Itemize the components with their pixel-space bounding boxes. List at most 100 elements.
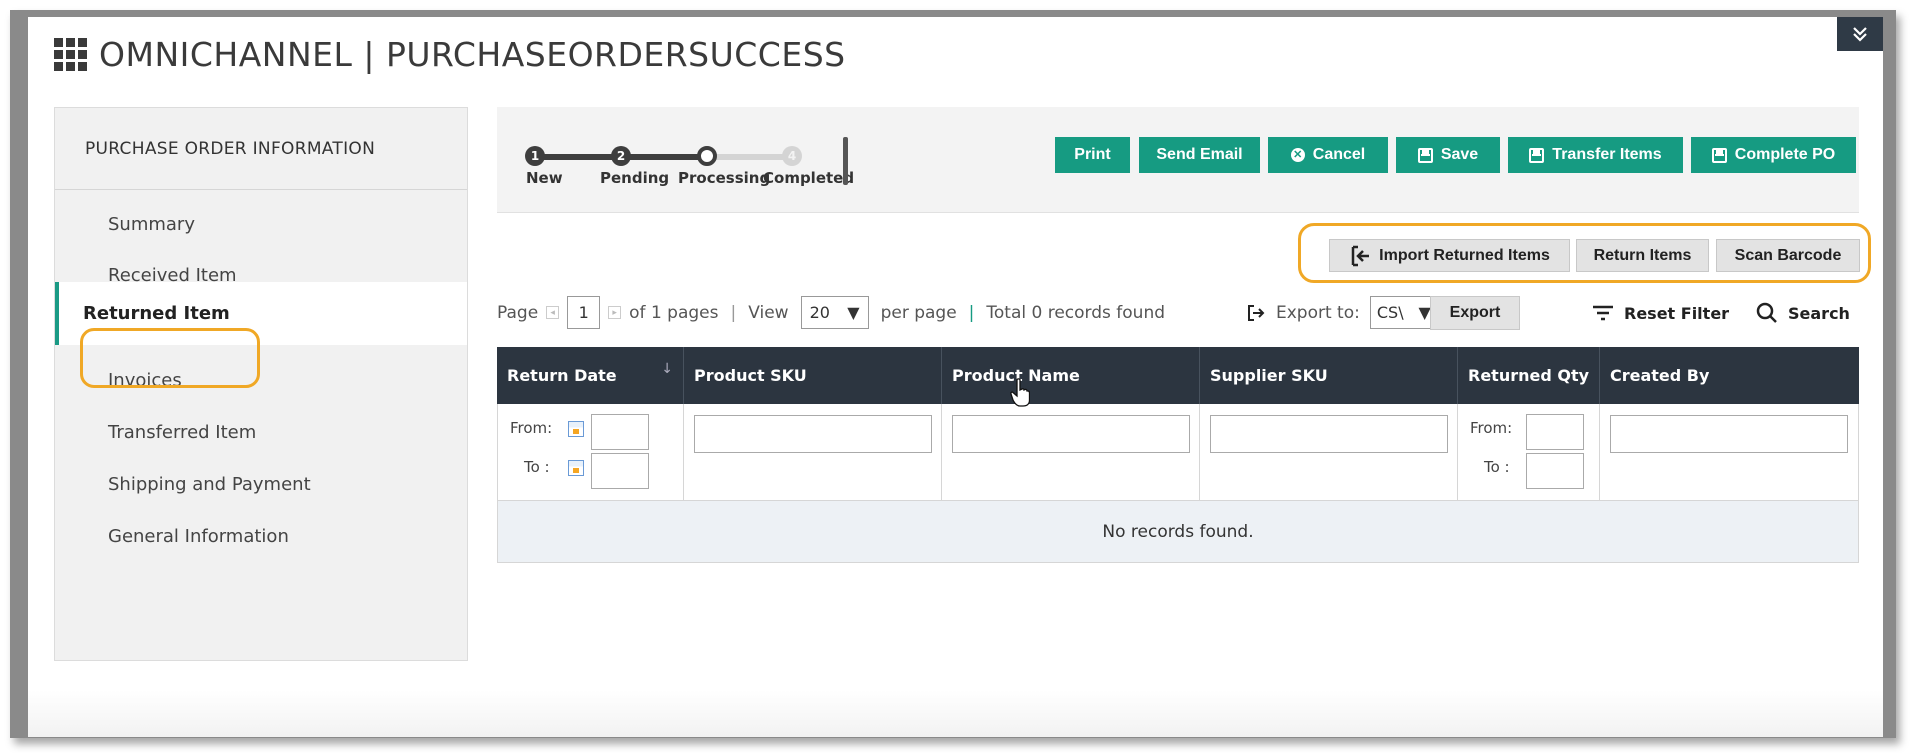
- calendar-icon[interactable]: [568, 421, 584, 437]
- sort-arrow-icon[interactable]: ↓: [661, 361, 673, 377]
- created-by-filter-input[interactable]: [1610, 415, 1848, 453]
- column-header-supplier-sku[interactable]: Supplier SKU: [1200, 347, 1458, 404]
- per-page-select[interactable]: 20 ▼: [800, 296, 869, 329]
- column-header-product-sku[interactable]: Product SKU: [684, 347, 942, 404]
- export-button[interactable]: Export: [1430, 296, 1520, 330]
- filter-cell-supplier-sku: [1200, 404, 1458, 500]
- product-name-filter-input[interactable]: [952, 415, 1190, 453]
- search-label: Search: [1788, 303, 1850, 323]
- cancel-icon: ✕: [1290, 148, 1305, 162]
- page-label: Page: [497, 302, 539, 323]
- return-date-to-input[interactable]: [591, 453, 649, 489]
- step-label-new: New: [526, 169, 563, 187]
- filter-from-label: From:: [510, 419, 553, 437]
- filter-cell-product-sku: [684, 404, 942, 500]
- column-header-created-by[interactable]: Created By: [1600, 347, 1859, 404]
- export-button-label: Export: [1449, 304, 1501, 321]
- step-label-pending: Pending: [600, 169, 670, 187]
- sidebar-item-label: Invoices: [108, 370, 182, 391]
- cancel-button[interactable]: ✕ Cancel: [1268, 137, 1388, 173]
- step-label-completed: Completed: [763, 169, 855, 187]
- separator: |: [730, 302, 737, 323]
- progress-end-marker: [843, 137, 848, 185]
- import-returned-items-label: Import Returned Items: [1379, 246, 1550, 264]
- returned-items-table: Return Date ↓ Product SKU Product Name S…: [497, 347, 1859, 563]
- supplier-sku-filter-input[interactable]: [1210, 415, 1448, 453]
- prev-page-icon[interactable]: ◂: [546, 306, 560, 319]
- send-email-button[interactable]: Send Email: [1139, 137, 1260, 173]
- separator: |: [968, 302, 975, 323]
- sidebar-header: PURCHASE ORDER INFORMATION: [55, 108, 467, 190]
- table-header: Return Date ↓ Product SKU Product Name S…: [497, 347, 1859, 404]
- column-header-return-date[interactable]: Return Date ↓: [497, 347, 684, 404]
- filter-from-label: From:: [1470, 419, 1513, 437]
- per-page-value: 20: [809, 303, 830, 322]
- returned-qty-to-input[interactable]: [1526, 453, 1584, 489]
- page-title-bar: OMNICHANNEL | PURCHASEORDERSUCCESS: [54, 34, 846, 74]
- save-button[interactable]: Save: [1396, 137, 1500, 173]
- filter-cell-return-date: From: To :: [498, 404, 684, 500]
- save-button-label: Save: [1440, 146, 1479, 163]
- page-title: OMNICHANNEL | PURCHASEORDERSUCCESS: [99, 34, 846, 74]
- hand-cursor-icon: [1010, 378, 1030, 407]
- import-returned-items-button[interactable]: Import Returned Items: [1329, 239, 1570, 272]
- scan-barcode-label: Scan Barcode: [1734, 246, 1842, 264]
- sidebar-item-label: General Information: [108, 526, 289, 547]
- transfer-items-button[interactable]: Transfer Items: [1508, 137, 1683, 173]
- export-label: Export to:: [1276, 302, 1360, 323]
- per-page-label: per page: [880, 302, 957, 323]
- empty-table-message: No records found.: [497, 500, 1859, 563]
- send-email-button-label: Send Email: [1156, 146, 1243, 163]
- step-dot-processing: [697, 146, 717, 166]
- sidebar-item-label: Shipping and Payment: [108, 474, 311, 495]
- returned-qty-from-input[interactable]: [1526, 414, 1584, 450]
- step-label-processing: Processing: [678, 169, 771, 187]
- sidebar-item-label: Summary: [108, 214, 195, 235]
- app-grid-icon[interactable]: [54, 37, 87, 71]
- search-button[interactable]: Search: [1756, 299, 1850, 327]
- filter-cell-product-name: [942, 404, 1200, 500]
- return-items-label: Return Items: [1593, 246, 1692, 264]
- sidebar-item-label: Transferred Item: [108, 422, 257, 443]
- reset-filter-label: Reset Filter: [1624, 303, 1730, 323]
- export-format-select[interactable]: CS\ ▼: [1369, 296, 1438, 329]
- sidebar: PURCHASE ORDER INFORMATION Summary Recei…: [54, 107, 468, 661]
- filter-row: From: To : From: To :: [497, 404, 1859, 500]
- calendar-icon[interactable]: [568, 460, 584, 476]
- print-button[interactable]: Print: [1055, 137, 1130, 173]
- column-header-returned-qty[interactable]: Returned Qty: [1458, 347, 1600, 404]
- view-label: View: [748, 302, 789, 323]
- filter-cell-created-by: [1600, 404, 1858, 500]
- column-header-label: Return Date: [507, 366, 617, 385]
- sidebar-item-general-information[interactable]: General Information: [55, 505, 467, 568]
- of-pages-text: of 1 pages: [629, 302, 719, 323]
- complete-po-button[interactable]: Complete PO: [1691, 137, 1856, 173]
- status-progress: 1 2 4 New Pending Processing Completed: [525, 137, 854, 197]
- product-sku-filter-input[interactable]: [694, 415, 932, 453]
- transfer-items-button-label: Transfer Items: [1552, 146, 1662, 163]
- filter-to-label: To :: [524, 458, 550, 476]
- column-header-label: Product SKU: [694, 366, 807, 385]
- complete-po-button-label: Complete PO: [1734, 146, 1836, 163]
- sidebar-item-returned-item[interactable]: Returned Item: [55, 282, 467, 345]
- return-date-from-input[interactable]: [591, 414, 649, 450]
- filter-icon: [1593, 305, 1613, 321]
- cancel-button-label: Cancel: [1312, 146, 1366, 163]
- scan-barcode-button[interactable]: Scan Barcode: [1716, 239, 1860, 272]
- next-page-icon[interactable]: ▸: [608, 306, 622, 319]
- dropdown-arrow-icon: ▼: [1418, 303, 1431, 322]
- step-dot-completed: 4: [782, 146, 802, 166]
- export-controls: Export to: CS\ ▼: [1246, 296, 1438, 329]
- return-items-button[interactable]: Return Items: [1576, 239, 1709, 272]
- step-dot-new: 1: [525, 146, 545, 166]
- save-icon: [1417, 147, 1433, 163]
- progress-track-todo: [707, 154, 787, 160]
- column-header-product-name[interactable]: Product Name: [942, 347, 1200, 404]
- dropdown-arrow-icon: ▼: [847, 303, 860, 322]
- reset-filter-button[interactable]: Reset Filter: [1592, 299, 1729, 327]
- page-number-input[interactable]: 1: [567, 296, 601, 329]
- transfer-icon: [1529, 147, 1545, 163]
- column-header-label: Created By: [1610, 366, 1710, 385]
- import-icon: [1351, 245, 1370, 266]
- collapse-icon[interactable]: [1837, 17, 1883, 51]
